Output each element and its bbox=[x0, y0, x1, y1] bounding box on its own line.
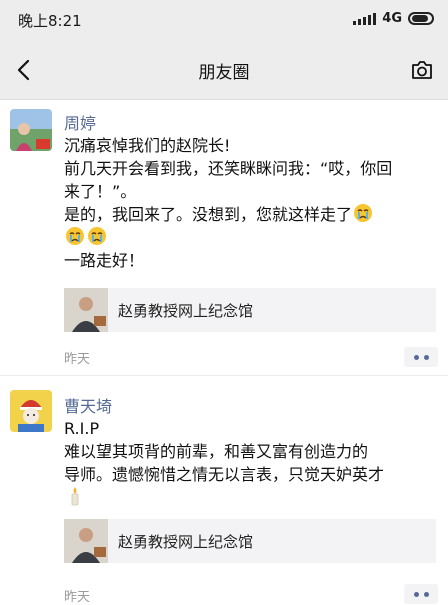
card-thumbnail bbox=[64, 288, 108, 332]
battery-icon bbox=[408, 12, 434, 25]
candle-emoji bbox=[71, 487, 79, 506]
post-text-line-with-emoji: 是的，我回来了。没想到，您就这样走了 bbox=[64, 203, 430, 226]
post-text: 沉痛哀悼我们的赵院长! 前几天开会看到我，还笑眯眯问我：“哎，你回 来了！”。 … bbox=[64, 134, 430, 272]
nav-bar: 朋友圈 bbox=[0, 40, 448, 100]
avatar-photo bbox=[10, 109, 52, 151]
emoji-line bbox=[64, 226, 430, 249]
post-text-line: 沉痛哀悼我们的赵院长! bbox=[64, 136, 231, 155]
avatar[interactable] bbox=[10, 109, 52, 151]
post-text-line: 是的，我回来了。没想到，您就这样走了 bbox=[64, 205, 353, 224]
post-time: 昨天 bbox=[64, 352, 91, 367]
crying-face-emoji bbox=[66, 227, 84, 245]
network-type: 4G bbox=[382, 11, 402, 26]
post-text-line: 难以望其项背的前辈，和善又富有创造力的 bbox=[64, 442, 369, 461]
avatar[interactable] bbox=[10, 390, 52, 432]
post-text-line: R.I.P bbox=[64, 419, 100, 438]
emoji-line bbox=[64, 486, 430, 509]
crying-face-emoji bbox=[88, 227, 106, 245]
signal-icon bbox=[353, 12, 377, 25]
crying-face-emoji bbox=[354, 204, 373, 222]
camera-button[interactable] bbox=[406, 54, 438, 86]
post-text-line: 前几天开会看到我，还笑眯眯问我：“哎，你回 bbox=[64, 159, 393, 178]
status-bar: 晚上8:21 4G bbox=[0, 0, 448, 40]
camera-icon bbox=[412, 61, 432, 79]
moment-post: 曹天埼 R.I.P 难以望其项背的前辈，和善又富有创造力的 导师。遗憾惋惜之情无… bbox=[0, 377, 448, 605]
moment-post: 周婷 沉痛哀悼我们的赵院长! 前几天开会看到我，还笑眯眯问我：“哎，你回 来了！… bbox=[0, 101, 448, 376]
status-time: 晚上8:21 bbox=[18, 12, 82, 30]
link-card[interactable]: 赵勇教授网上纪念馆 bbox=[64, 288, 436, 332]
status-indicators: 4G bbox=[353, 11, 434, 26]
more-actions-button[interactable] bbox=[404, 347, 438, 367]
card-title: 赵勇教授网上纪念馆 bbox=[118, 532, 254, 551]
card-title: 赵勇教授网上纪念馆 bbox=[118, 301, 254, 320]
avatar-photo bbox=[10, 390, 52, 432]
post-text: R.I.P 难以望其项背的前辈，和善又富有创造力的 导师。遗憾惋惜之情无以言表，… bbox=[64, 417, 430, 509]
author-name[interactable]: 周婷 bbox=[64, 110, 96, 134]
post-text-line: 一路走好！ bbox=[64, 251, 145, 270]
post-time: 昨天 bbox=[64, 590, 91, 605]
more-actions-button[interactable] bbox=[404, 584, 438, 604]
link-card[interactable]: 赵勇教授网上纪念馆 bbox=[64, 519, 436, 563]
post-text-line: 来了！”。 bbox=[64, 182, 137, 201]
card-thumbnail bbox=[64, 519, 108, 563]
post-text-line: 导师。遗憾惋惜之情无以言表，只觉天妒英才 bbox=[64, 465, 385, 484]
author-name[interactable]: 曹天埼 bbox=[64, 393, 112, 417]
page-title: 朋友圈 bbox=[198, 63, 250, 83]
